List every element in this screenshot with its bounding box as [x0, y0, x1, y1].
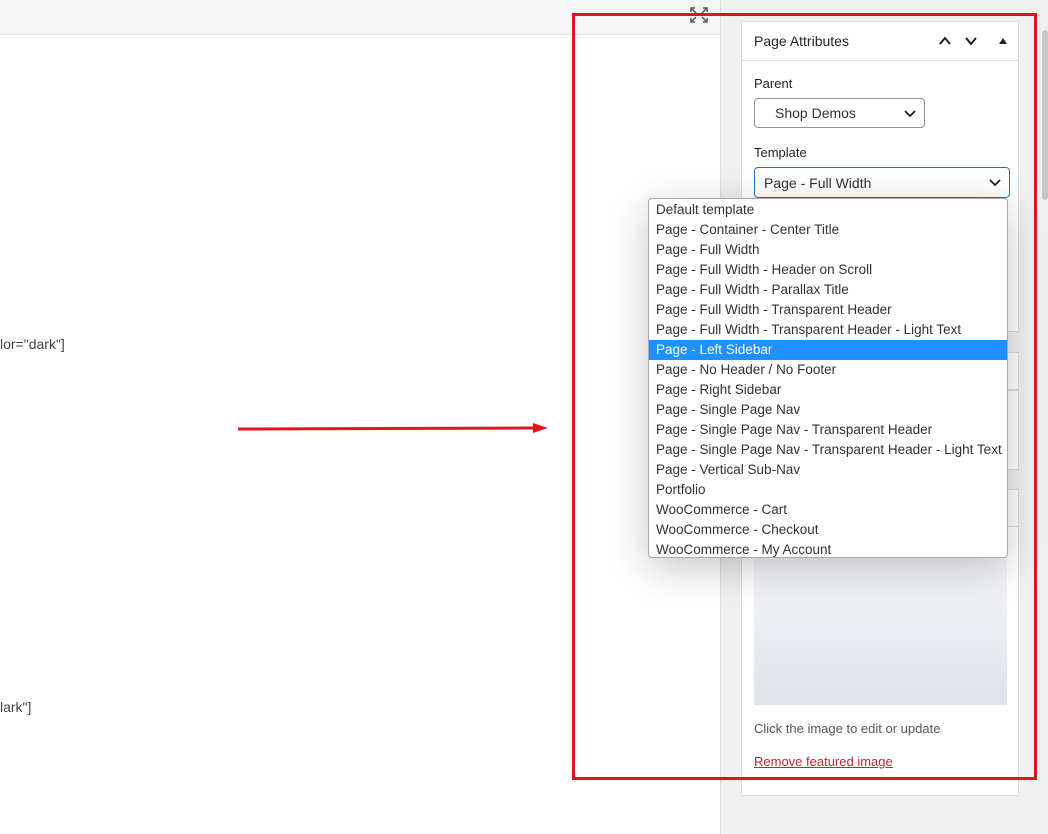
template-option[interactable]: Page - Full Width - Transparent Header -…	[649, 320, 1007, 340]
chevron-down-icon[interactable]	[964, 34, 978, 48]
template-select[interactable]: Page - Full Width	[754, 167, 1010, 198]
template-option[interactable]: Default template	[649, 200, 1007, 220]
template-option[interactable]: Page - Container - Center Title	[649, 220, 1007, 240]
featured-image-caption: Click the image to edit or update	[754, 721, 941, 736]
template-option[interactable]: Page - Full Width - Parallax Title	[649, 280, 1007, 300]
collapse-triangle-icon[interactable]	[996, 34, 1010, 48]
chevron-up-icon[interactable]	[938, 34, 952, 48]
annotation-arrow	[237, 423, 548, 433]
parent-label: Parent	[754, 76, 793, 91]
panel-header[interactable]: Page Attributes	[742, 22, 1018, 61]
template-option[interactable]: Page - Vertical Sub-Nav	[649, 460, 1007, 480]
template-option[interactable]: Page - Single Page Nav - Transparent Hea…	[649, 420, 1007, 440]
template-option[interactable]: Page - Single Page Nav - Transparent Hea…	[649, 440, 1007, 460]
panel-title: Page Attributes	[754, 33, 849, 49]
template-option[interactable]: Page - Left Sidebar	[649, 340, 1007, 360]
parent-select[interactable]: Shop Demos	[754, 98, 925, 128]
template-option[interactable]: WooCommerce - Cart	[649, 500, 1007, 520]
template-option[interactable]: Page - Full Width - Header on Scroll	[649, 260, 1007, 280]
sidebar-scrollbar[interactable]	[1042, 30, 1048, 200]
template-option[interactable]: Page - Full Width - Transparent Header	[649, 300, 1007, 320]
select-chevron-icon	[904, 110, 916, 118]
template-dropdown-list[interactable]: Default template Page - Container - Cente…	[648, 198, 1008, 558]
remove-featured-image-link[interactable]: Remove featured image	[754, 754, 893, 769]
fullscreen-icon[interactable]	[689, 6, 709, 24]
template-option[interactable]: WooCommerce - Checkout	[649, 520, 1007, 540]
select-chevron-icon	[989, 179, 1001, 187]
shortcode-text: lor="dark"]	[0, 336, 65, 352]
template-select-value: Page - Full Width	[764, 175, 872, 191]
template-option[interactable]: Page - No Header / No Footer	[649, 360, 1007, 380]
featured-image[interactable]	[754, 555, 1007, 705]
template-label: Template	[754, 145, 807, 160]
shortcode-text: lark"]	[0, 699, 32, 715]
parent-select-value: Shop Demos	[775, 105, 856, 121]
template-option[interactable]: Page - Right Sidebar	[649, 380, 1007, 400]
template-option[interactable]: Page - Single Page Nav	[649, 400, 1007, 420]
template-option[interactable]: Page - Full Width	[649, 240, 1007, 260]
template-option[interactable]: Portfolio	[649, 480, 1007, 500]
template-option[interactable]: WooCommerce - My Account	[649, 540, 1007, 557]
editor-top-bar	[0, 0, 720, 35]
